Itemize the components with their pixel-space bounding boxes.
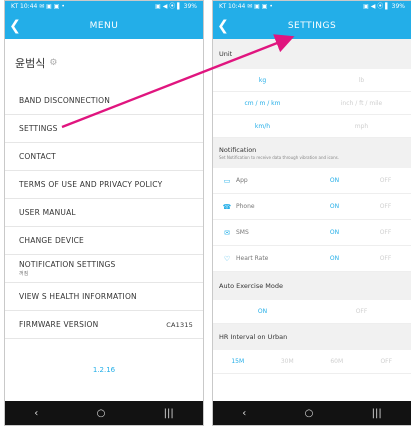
nav-home-icon[interactable]: ○ bbox=[97, 408, 106, 419]
system-nav-bar: ‹ ○ ||| bbox=[5, 401, 203, 425]
menu-item-label: BAND DISCONNECTION bbox=[19, 96, 111, 105]
hr-interval-row: 15M 30M 60M OFF bbox=[213, 350, 411, 374]
status-bar: KT 10:44 ✉ ▣ ▣ • ▣ ◀ ⦿ ▌ 39% bbox=[213, 1, 411, 13]
section-auto-exercise: Auto Exercise Mode bbox=[213, 272, 411, 300]
menu-item-firmware-version: FIRMWARE VERSION CA1315 bbox=[5, 311, 203, 339]
menu-item-contact[interactable]: CONTACT bbox=[5, 143, 203, 171]
app-bar: ❮ SETTINGS bbox=[213, 13, 411, 39]
notification-label: ☎ Phone bbox=[213, 203, 309, 211]
menu-item-label: CONTACT bbox=[19, 152, 56, 161]
menu-screen: KT 10:44 ✉ ▣ ▣ • ▣ ◀ ⦿ ▌ 39% ❮ MENU 윤범식 … bbox=[4, 0, 204, 426]
hr-interval-option[interactable]: 60M bbox=[312, 350, 362, 373]
notification-row-heart-rate: ♡ Heart Rate ON OFF bbox=[213, 246, 411, 272]
unit-option-selected[interactable]: cm / m / km bbox=[213, 92, 312, 114]
back-arrow-icon[interactable]: ❮ bbox=[213, 13, 233, 39]
notification-label: ♡ Heart Rate bbox=[213, 255, 309, 263]
menu-item-change-device[interactable]: CHANGE DEVICE bbox=[5, 227, 203, 255]
gear-icon[interactable]: ⚙ bbox=[49, 58, 57, 68]
status-left: KT 10:44 ✉ ▣ ▣ • bbox=[219, 3, 273, 10]
toggle-on[interactable]: ON bbox=[213, 300, 312, 323]
menu-item-band-disconnection[interactable]: BAND DISCONNECTION bbox=[5, 87, 203, 115]
menu-item-label: CHANGE DEVICE bbox=[19, 236, 84, 245]
status-right: ▣ ◀ ⦿ ▌ 39% bbox=[155, 3, 197, 10]
notification-row-sms: ✉ SMS ON OFF bbox=[213, 220, 411, 246]
unit-option-selected[interactable]: km/h bbox=[213, 115, 312, 137]
toggle-on[interactable]: ON bbox=[309, 177, 360, 184]
section-title: Unit bbox=[219, 50, 233, 58]
sms-icon: ✉ bbox=[224, 228, 230, 237]
nav-back-icon[interactable]: ‹ bbox=[242, 408, 246, 419]
menu-item-label: FIRMWARE VERSION bbox=[19, 320, 99, 329]
toggle-off[interactable]: OFF bbox=[360, 229, 411, 236]
menu-item-terms[interactable]: TERMS OF USE AND PRIVACY POLICY bbox=[5, 171, 203, 199]
menu-item-sublabel: 꺼짐 bbox=[19, 271, 29, 277]
notification-row-phone: ☎ Phone ON OFF bbox=[213, 194, 411, 220]
app-bar: ❮ MENU bbox=[5, 13, 203, 39]
unit-distance-row: cm / m / km inch / ft / mile bbox=[213, 92, 411, 115]
menu-item-user-manual[interactable]: USER MANUAL bbox=[5, 199, 203, 227]
notification-name: Heart Rate bbox=[236, 255, 269, 262]
hr-interval-option[interactable]: OFF bbox=[362, 350, 411, 373]
menu-item-label: NOTIFICATION SETTINGS bbox=[19, 260, 116, 269]
toggle-on[interactable]: ON bbox=[309, 229, 360, 236]
menu-item-notification-settings[interactable]: NOTIFICATION SETTINGS 꺼짐 bbox=[5, 255, 203, 283]
app-version: 1.2.16 bbox=[92, 366, 116, 374]
status-left: KT 10:44 ✉ ▣ ▣ • bbox=[11, 3, 65, 10]
unit-option[interactable]: lb bbox=[312, 69, 411, 91]
notification-name: Phone bbox=[236, 203, 255, 210]
toggle-on[interactable]: ON bbox=[309, 203, 360, 210]
nav-back-icon[interactable]: ‹ bbox=[34, 408, 38, 419]
toggle-on[interactable]: ON bbox=[309, 255, 360, 262]
firmware-version-value: CA1315 bbox=[166, 320, 193, 329]
notification-name: App bbox=[236, 177, 248, 184]
section-title: HR Interval on Urban bbox=[219, 333, 288, 341]
section-hr-interval: HR Interval on Urban bbox=[213, 324, 411, 350]
hr-interval-option-selected[interactable]: 15M bbox=[213, 350, 263, 373]
user-profile[interactable]: 윤범식 ⚙ bbox=[5, 39, 203, 87]
menu-item-label: SETTINGS bbox=[19, 124, 58, 133]
notification-label: ▭ App bbox=[213, 177, 309, 185]
unit-speed-row: km/h mph bbox=[213, 115, 411, 138]
settings-screen: KT 10:44 ✉ ▣ ▣ • ▣ ◀ ⦿ ▌ 39% ❮ SETTINGS … bbox=[212, 0, 411, 426]
unit-option[interactable]: mph bbox=[312, 115, 411, 137]
toggle-off[interactable]: OFF bbox=[360, 177, 411, 184]
user-name: 윤범식 bbox=[15, 57, 46, 70]
page-title: SETTINGS bbox=[287, 21, 337, 31]
section-title: Notification bbox=[219, 146, 257, 154]
menu-item-label: TERMS OF USE AND PRIVACY POLICY bbox=[19, 180, 163, 189]
unit-option[interactable]: inch / ft / mile bbox=[312, 92, 411, 114]
notification-name: SMS bbox=[236, 229, 249, 236]
nav-home-icon[interactable]: ○ bbox=[305, 408, 314, 419]
menu-item-label: VIEW S HEALTH INFORMATION bbox=[19, 292, 137, 301]
menu-item-text: NOTIFICATION SETTINGS 꺼짐 bbox=[19, 260, 115, 277]
heart-rate-icon: ♡ bbox=[223, 254, 231, 263]
notification-row-app: ▭ App ON OFF bbox=[213, 168, 411, 194]
auto-exercise-row: ON OFF bbox=[213, 300, 411, 324]
page-title: MENU bbox=[89, 21, 119, 31]
section-note: Set Notification to receive data through… bbox=[219, 155, 339, 160]
menu-item-label: USER MANUAL bbox=[19, 208, 76, 217]
nav-recents-icon[interactable]: ||| bbox=[372, 408, 382, 419]
toggle-off[interactable]: OFF bbox=[312, 300, 411, 323]
status-right: ▣ ◀ ⦿ ▌ 39% bbox=[363, 3, 405, 10]
toggle-off[interactable]: OFF bbox=[360, 203, 411, 210]
menu-item-s-health[interactable]: VIEW S HEALTH INFORMATION bbox=[5, 283, 203, 311]
back-arrow-icon[interactable]: ❮ bbox=[5, 13, 25, 39]
toggle-off[interactable]: OFF bbox=[360, 255, 411, 262]
section-title: Auto Exercise Mode bbox=[219, 282, 283, 290]
hr-interval-option[interactable]: 30M bbox=[263, 350, 313, 373]
unit-weight-row: kg lb bbox=[213, 69, 411, 92]
app-icon: ▭ bbox=[223, 176, 231, 185]
system-nav-bar: ‹ ○ ||| bbox=[213, 401, 411, 425]
section-unit: Unit bbox=[213, 39, 411, 69]
phone-icon: ☎ bbox=[222, 202, 232, 211]
unit-option-selected[interactable]: kg bbox=[213, 69, 312, 91]
status-bar: KT 10:44 ✉ ▣ ▣ • ▣ ◀ ⦿ ▌ 39% bbox=[5, 1, 203, 13]
menu-item-settings[interactable]: SETTINGS bbox=[5, 115, 203, 143]
nav-recents-icon[interactable]: ||| bbox=[164, 408, 174, 419]
section-notification: Notification Set Notification to receive… bbox=[213, 138, 411, 168]
notification-label: ✉ SMS bbox=[213, 229, 309, 237]
